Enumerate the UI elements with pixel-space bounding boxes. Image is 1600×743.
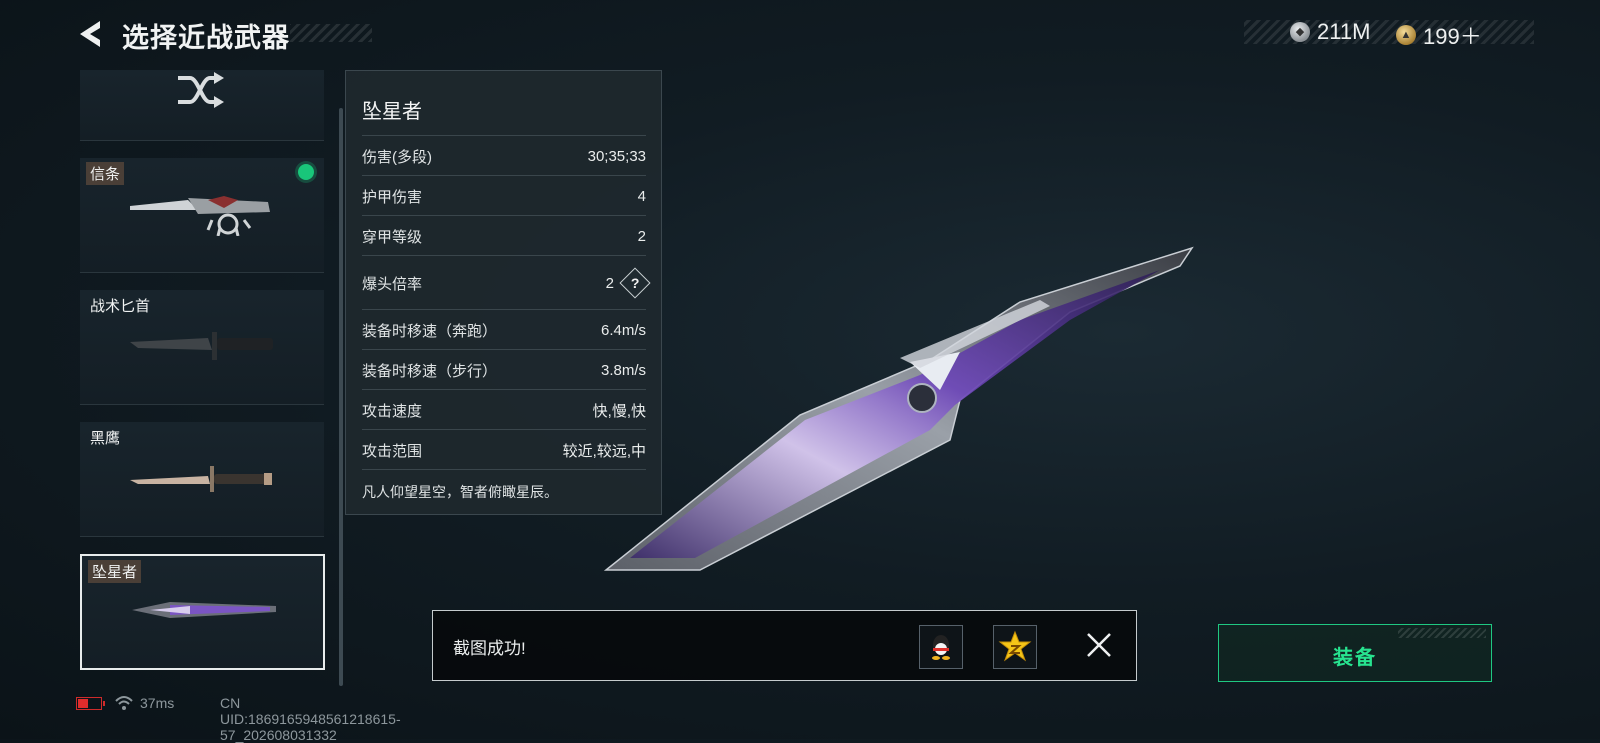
silver-amount: 211M [1317,19,1371,44]
stat-label: 装备时移速（步行） [362,362,498,380]
qq-icon [932,635,950,660]
shuffle-icon [178,72,224,108]
stat-label: 攻击范围 [362,442,423,460]
weapon-card-xintiao[interactable]: 信条 [80,158,324,273]
qzone-star-icon [998,630,1032,662]
gold-currency[interactable]: ▲ 199＋ [1396,19,1482,51]
weapon-card-black-eagle[interactable]: 黑鹰 [80,422,324,537]
gold-coin-icon: ▲ [1396,25,1416,45]
wifi-icon [115,696,133,710]
weapon-list: 信条 战术匕首 黑鹰 坠星者 [80,70,330,695]
stat-label: 攻击速度 [362,402,423,420]
stat-label: 伤害(多段) [362,148,432,166]
weapon-card-star-faller[interactable]: 坠星者 [80,554,325,670]
top-bar: 选择近战武器 ◆ 211M ▲ 199＋ [0,0,1600,64]
weapon-name: 战术匕首 [90,298,151,315]
battery-icon [76,697,105,710]
stat-row-armor-damage: 护甲伤害 4 [362,175,646,216]
weapon-name: 信条 [86,162,125,185]
black-eagle-knife-image [130,466,272,492]
equipped-indicator [298,164,314,180]
qq-share-button[interactable] [919,625,963,669]
weapon-name: 坠星者 [88,560,142,583]
stat-value: 4 [637,187,646,205]
ping-value: 37ms [140,695,175,711]
currency-bar [1244,20,1534,44]
toast-message: 截图成功! [453,639,526,658]
stat-label: 护甲伤害 [362,188,423,206]
tactical-dagger-image [130,332,273,360]
star-faller-knife-image [132,602,276,618]
screenshot-toast: 截图成功! [432,610,1137,681]
weapon-name: 黑鹰 [90,430,121,447]
back-arrow-icon[interactable] [76,18,106,50]
star-faller-weapon-model [603,246,1194,571]
silver-currency[interactable]: ◆ 211M [1290,19,1370,45]
stat-value: 30;35;33 [587,147,646,165]
weapon-list-scrollbar[interactable] [339,108,343,686]
user-uid: CN UID:1869165948561218615­57_2026080313… [220,695,401,743]
weapon-title: 坠星者 [362,101,422,123]
random-weapon-card[interactable] [80,70,324,141]
equip-decoration [1398,628,1486,638]
xintiao-knife-image [130,196,270,236]
stat-row-damage: 伤害(多段) 30;35;33 [362,135,646,176]
stat-label: 爆头倍率 [362,275,423,293]
page-title: 选择近战武器 [122,23,290,53]
gold-amount: 199＋ [1423,24,1482,49]
stat-label: 装备时移速（奔跑） [362,322,498,340]
stat-label: 穿甲等级 [362,228,423,246]
close-icon[interactable] [1085,631,1113,659]
weapon-card-tactical-dagger[interactable]: 战术匕首 [80,290,324,405]
title-decoration [290,24,372,42]
qzone-share-button[interactable] [993,625,1037,669]
equip-button-label: 装备 [1333,647,1377,669]
silver-coin-icon: ◆ [1290,22,1310,42]
